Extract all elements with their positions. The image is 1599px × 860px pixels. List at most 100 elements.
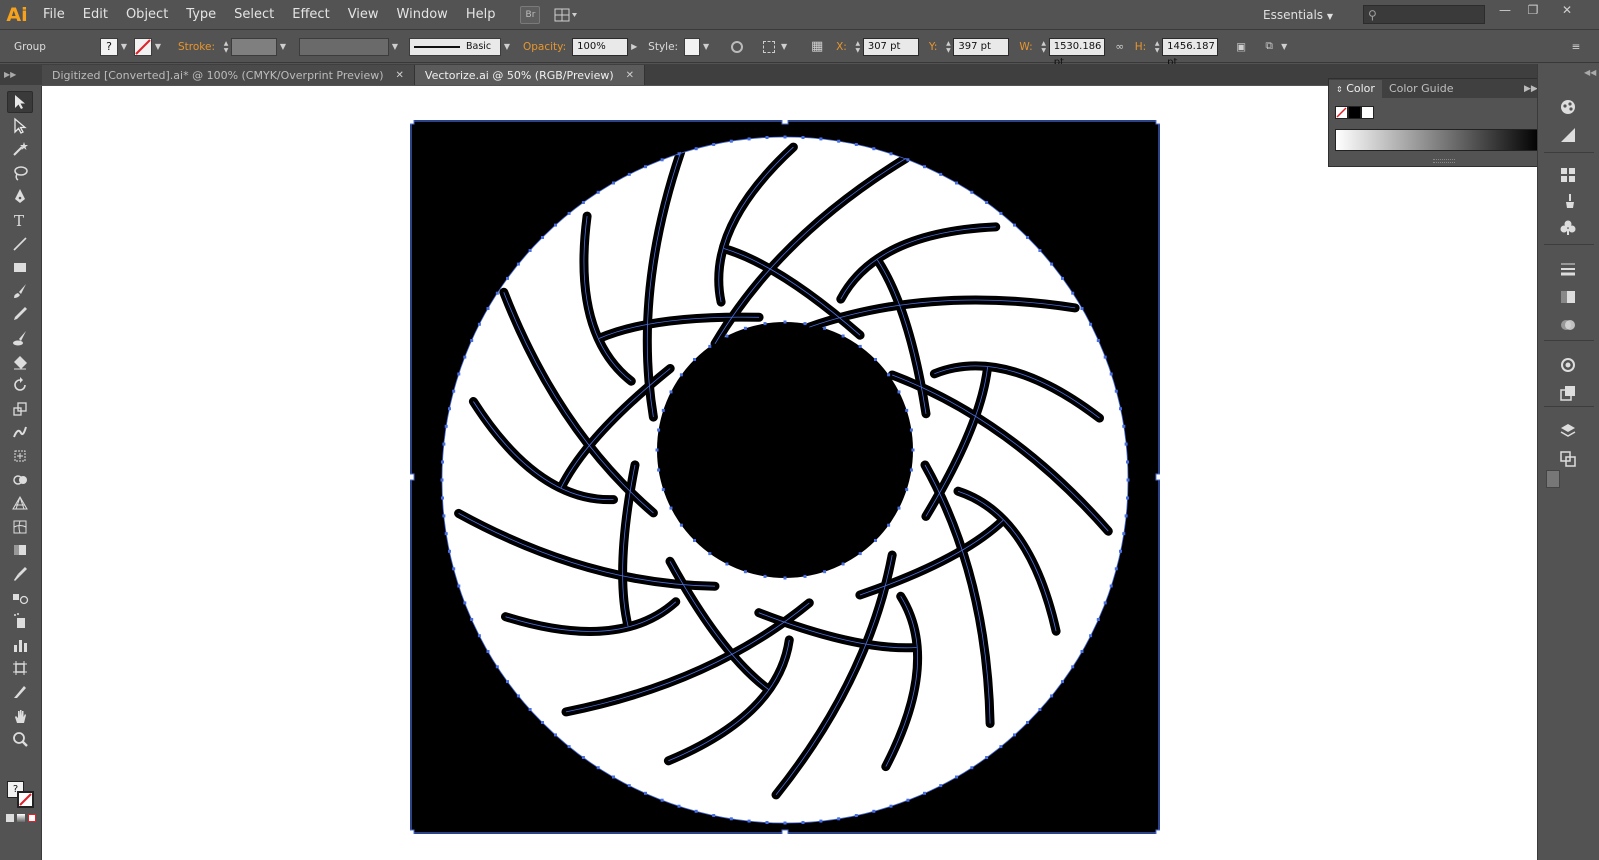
appearance-panel-button[interactable]: [1556, 354, 1580, 376]
none-mode-icon[interactable]: [28, 814, 36, 822]
warp-tool[interactable]: [7, 421, 33, 443]
artboard-tool[interactable]: [7, 657, 33, 679]
column-graph-tool[interactable]: [7, 634, 33, 656]
anchor-point[interactable]: [858, 552, 862, 556]
anchor-point[interactable]: [725, 562, 729, 566]
reference-point-button[interactable]: ▦: [808, 38, 826, 56]
anchor-point[interactable]: [679, 523, 683, 527]
anchor-point[interactable]: [823, 570, 827, 574]
gradient-tool[interactable]: [7, 539, 33, 561]
close-window-button[interactable]: ✕: [1554, 2, 1580, 18]
anchor-point[interactable]: [669, 506, 673, 510]
blob-brush-tool[interactable]: [7, 327, 33, 349]
style-dropdown[interactable]: ▼: [700, 38, 712, 56]
fill-stroke-widget[interactable]: ?: [7, 781, 35, 809]
menu-type[interactable]: Type: [177, 0, 225, 30]
anchor-point[interactable]: [897, 506, 901, 510]
tab-vectorize[interactable]: Vectorize.ai @ 50% (RGB/Preview) ✕: [414, 65, 646, 85]
isolate-dropdown[interactable]: ▼: [1278, 38, 1290, 56]
anchor-point[interactable]: [909, 428, 913, 432]
pen-tool[interactable]: [7, 185, 33, 207]
toolbox-collapse-strip[interactable]: ▶▶: [0, 64, 42, 85]
opacity-label[interactable]: Opacity:: [523, 41, 566, 53]
align-to-dropdown[interactable]: ▼: [778, 38, 790, 56]
stroke-dropdown-arrow[interactable]: ▼: [152, 38, 164, 56]
color-guide-panel-button[interactable]: [1556, 124, 1580, 146]
hand-tool[interactable]: [7, 705, 33, 727]
anchor-point[interactable]: [743, 570, 747, 574]
profile-dropdown[interactable]: ▼: [389, 38, 401, 56]
scale-tool[interactable]: [7, 398, 33, 420]
stroke-weight-field[interactable]: [231, 37, 277, 56]
menu-window[interactable]: Window: [388, 0, 457, 30]
h-stepper[interactable]: ▲ ▼: [1152, 38, 1162, 56]
white-swatch[interactable]: [1361, 106, 1374, 119]
anchor-point[interactable]: [905, 488, 909, 492]
blend-tool[interactable]: [7, 587, 33, 609]
anchor-point[interactable]: [803, 574, 807, 578]
graphic-style-swatch[interactable]: [684, 37, 701, 56]
control-panel-menu-button[interactable]: ≡: [1567, 38, 1585, 56]
anchor-point[interactable]: [725, 334, 729, 338]
menu-file[interactable]: File: [34, 0, 74, 30]
bridge-button[interactable]: Br: [520, 5, 541, 24]
close-icon[interactable]: ✕: [396, 70, 404, 81]
h-field[interactable]: 1456.187 pt: [1162, 37, 1219, 68]
anchor-point[interactable]: [823, 326, 827, 330]
x-field[interactable]: 307 pt: [862, 37, 919, 56]
resize-handle[interactable]: [410, 473, 415, 481]
rectangle-tool[interactable]: [7, 256, 33, 278]
gradient-panel-button[interactable]: [1556, 286, 1580, 308]
arrange-documents-button[interactable]: [554, 6, 578, 24]
anchor-point[interactable]: [909, 468, 913, 472]
menu-select[interactable]: Select: [225, 0, 283, 30]
fill-dropdown-arrow[interactable]: ▼: [118, 38, 130, 56]
anchor-point[interactable]: [841, 562, 845, 566]
opacity-dropdown[interactable]: ▶: [628, 38, 640, 56]
close-icon[interactable]: ✕: [626, 70, 634, 81]
resize-handle[interactable]: [1155, 473, 1160, 481]
anchor-point[interactable]: [669, 390, 673, 394]
pencil-tool[interactable]: [7, 303, 33, 325]
anchor-point[interactable]: [743, 326, 747, 330]
anchor-point[interactable]: [708, 552, 712, 556]
graphic-styles-panel-button[interactable]: [1556, 382, 1580, 404]
stroke-box[interactable]: [17, 791, 34, 808]
menu-effect[interactable]: Effect: [283, 0, 338, 30]
brush-definition[interactable]: Basic: [409, 37, 501, 56]
color-mode-icon[interactable]: [6, 814, 14, 822]
tab-color[interactable]: ⇕ Color: [1329, 80, 1382, 98]
anchor-point[interactable]: [693, 539, 696, 542]
dock-scrollbar-thumb[interactable]: [1546, 470, 1560, 488]
anchor-point[interactable]: [803, 322, 807, 326]
variable-width-profile[interactable]: [299, 37, 389, 56]
recolor-artwork-button[interactable]: [728, 38, 746, 56]
stroke-weight-stepper[interactable]: ▲ ▼: [221, 38, 231, 56]
opacity-field[interactable]: 100%: [572, 37, 629, 56]
align-to-button[interactable]: [760, 38, 778, 56]
vectorized-ring[interactable]: [440, 135, 1130, 825]
constrain-proportions-button[interactable]: ∞: [1111, 38, 1129, 56]
y-stepper[interactable]: ▲ ▼: [943, 38, 953, 56]
stroke-panel-button[interactable]: [1556, 258, 1580, 280]
menu-view[interactable]: View: [339, 0, 388, 30]
menu-help[interactable]: Help: [457, 0, 505, 30]
direct-selection-tool[interactable]: [7, 115, 33, 137]
none-swatch[interactable]: [1335, 106, 1348, 119]
anchor-point[interactable]: [887, 373, 891, 377]
tab-color-guide[interactable]: Color Guide: [1382, 80, 1461, 98]
anchor-point[interactable]: [874, 358, 877, 361]
paintbrush-tool[interactable]: [7, 280, 33, 302]
gradient-mode-icon[interactable]: [17, 814, 25, 822]
minimize-button[interactable]: —: [1492, 2, 1518, 18]
stroke-swatch[interactable]: [134, 37, 152, 56]
magic-wand-tool[interactable]: [7, 138, 33, 160]
anchor-point[interactable]: [874, 539, 877, 542]
perspective-grid-tool[interactable]: [7, 492, 33, 514]
free-transform-tool[interactable]: [7, 445, 33, 467]
artboards-panel-button[interactable]: [1556, 448, 1580, 470]
help-search-input[interactable]: ⚲: [1363, 5, 1485, 24]
tab-digitized[interactable]: Digitized [Converted].ai* @ 100% (CMYK/O…: [42, 65, 415, 85]
anchor-point[interactable]: [887, 523, 891, 527]
menu-edit[interactable]: Edit: [74, 0, 117, 30]
